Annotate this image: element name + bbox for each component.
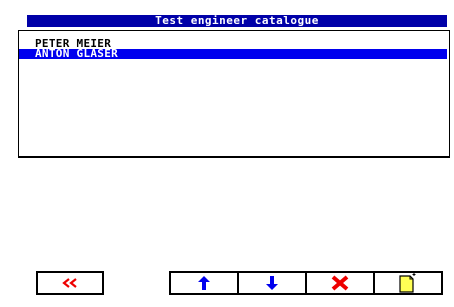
move-down-button[interactable] [237, 271, 307, 295]
arrow-up-icon [198, 276, 210, 290]
move-up-button[interactable] [169, 271, 239, 295]
new-document-icon [399, 273, 417, 293]
arrow-down-icon [266, 276, 278, 290]
back-button[interactable] [36, 271, 104, 295]
window-title: Test engineer catalogue [27, 15, 447, 27]
red-x-icon [330, 275, 350, 291]
list-item-selected[interactable]: ANTON GLASER [19, 48, 447, 59]
delete-button[interactable] [305, 271, 375, 295]
new-entry-button[interactable] [373, 271, 443, 295]
double-chevron-left-icon [62, 278, 78, 288]
engineer-list[interactable]: PETER MEIER ANTON GLASER [18, 30, 450, 158]
